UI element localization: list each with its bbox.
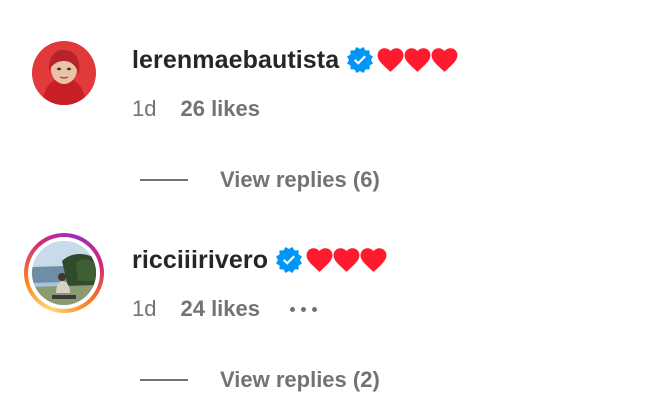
replies-divider xyxy=(140,379,188,381)
view-replies-button[interactable]: View replies (2) xyxy=(140,365,380,395)
heart-icon xyxy=(360,248,387,272)
view-replies-label[interactable]: View replies (2) xyxy=(220,367,380,393)
avatar[interactable] xyxy=(32,241,96,305)
comment-text xyxy=(377,45,458,75)
comment-text xyxy=(306,245,387,275)
username-link[interactable]: ricciiirivero xyxy=(132,246,268,275)
likes-count-button[interactable]: 24 likes xyxy=(180,296,260,322)
replies-divider xyxy=(140,179,188,181)
comment-meta: 1d 26 likes xyxy=(132,94,260,124)
comment-item: lerenmaebautista 1d 26 likes View replie… xyxy=(0,0,648,200)
verified-badge-icon xyxy=(347,47,374,73)
comment-timestamp[interactable]: 1d xyxy=(132,96,156,122)
comment-timestamp[interactable]: 1d xyxy=(132,296,156,322)
dot xyxy=(301,306,306,312)
comment-meta: 1d 24 likes xyxy=(132,294,317,324)
comment-header: lerenmaebautista xyxy=(132,43,458,77)
more-options-icon[interactable] xyxy=(290,294,317,324)
heart-icon xyxy=(377,48,404,72)
likes-count-button[interactable]: 26 likes xyxy=(180,96,260,122)
heart-icon xyxy=(404,48,431,72)
username-link[interactable]: lerenmaebautista xyxy=(132,46,339,75)
comment-header: ricciiirivero xyxy=(132,243,387,277)
avatar[interactable] xyxy=(32,41,96,105)
dot xyxy=(290,306,295,312)
view-replies-label[interactable]: View replies (6) xyxy=(220,167,380,193)
heart-icon xyxy=(333,248,360,272)
comment-item: ricciiirivero 1d 24 likes View replies (… xyxy=(0,200,648,416)
dot xyxy=(312,306,317,312)
view-replies-button[interactable]: View replies (6) xyxy=(140,165,380,195)
heart-icon xyxy=(431,48,458,72)
story-ring[interactable] xyxy=(24,233,104,313)
heart-icon xyxy=(306,248,333,272)
verified-badge-icon xyxy=(276,247,303,273)
